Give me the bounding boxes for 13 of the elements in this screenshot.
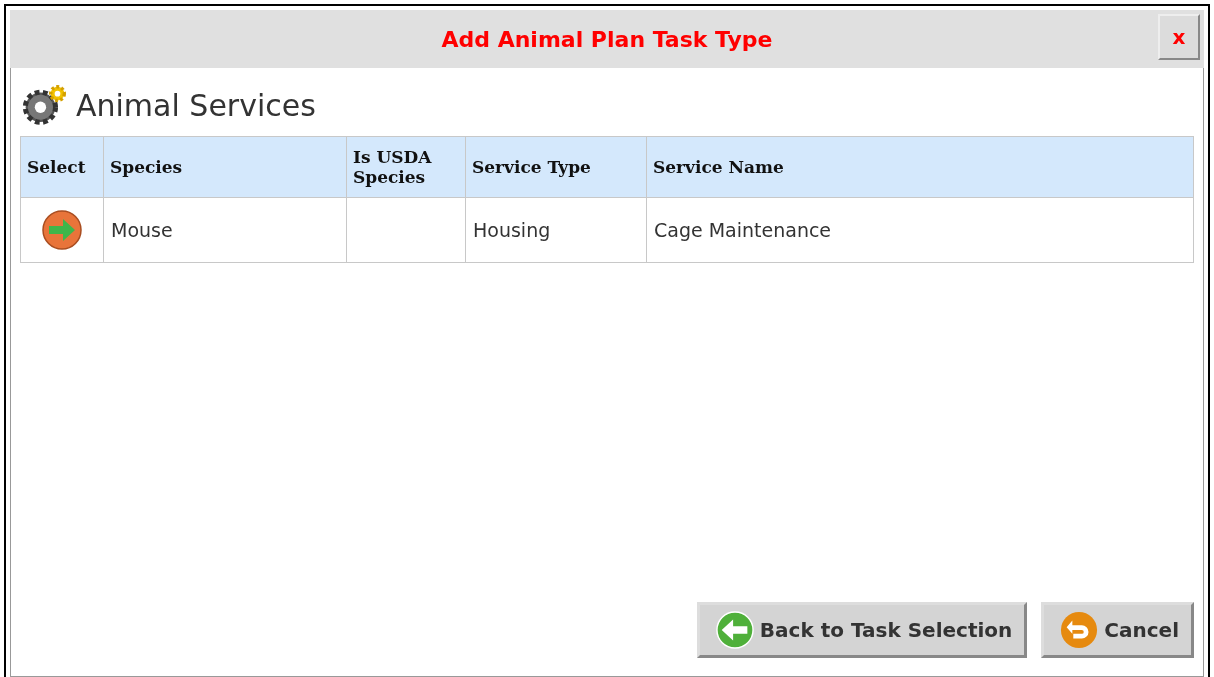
table-cell: Mouse: [111, 219, 173, 241]
section-title: Animal Services: [76, 87, 316, 123]
cancel-button[interactable]: Cancel: [1041, 602, 1194, 658]
column-header: Service Name: [646, 136, 1194, 198]
column-header: Is USDA Species: [346, 136, 466, 198]
table-cell: Cage Maintenance: [654, 219, 832, 241]
back-button[interactable]: Back to Task Selection: [696, 602, 1028, 658]
undo-icon: [1060, 611, 1099, 649]
dialog-title: Add Animal Plan Task Type: [441, 26, 773, 52]
column-header: Select: [20, 136, 104, 198]
column-header: Service Type: [465, 136, 647, 198]
table-cell: Housing: [473, 219, 551, 241]
column-header: Species: [103, 136, 347, 198]
